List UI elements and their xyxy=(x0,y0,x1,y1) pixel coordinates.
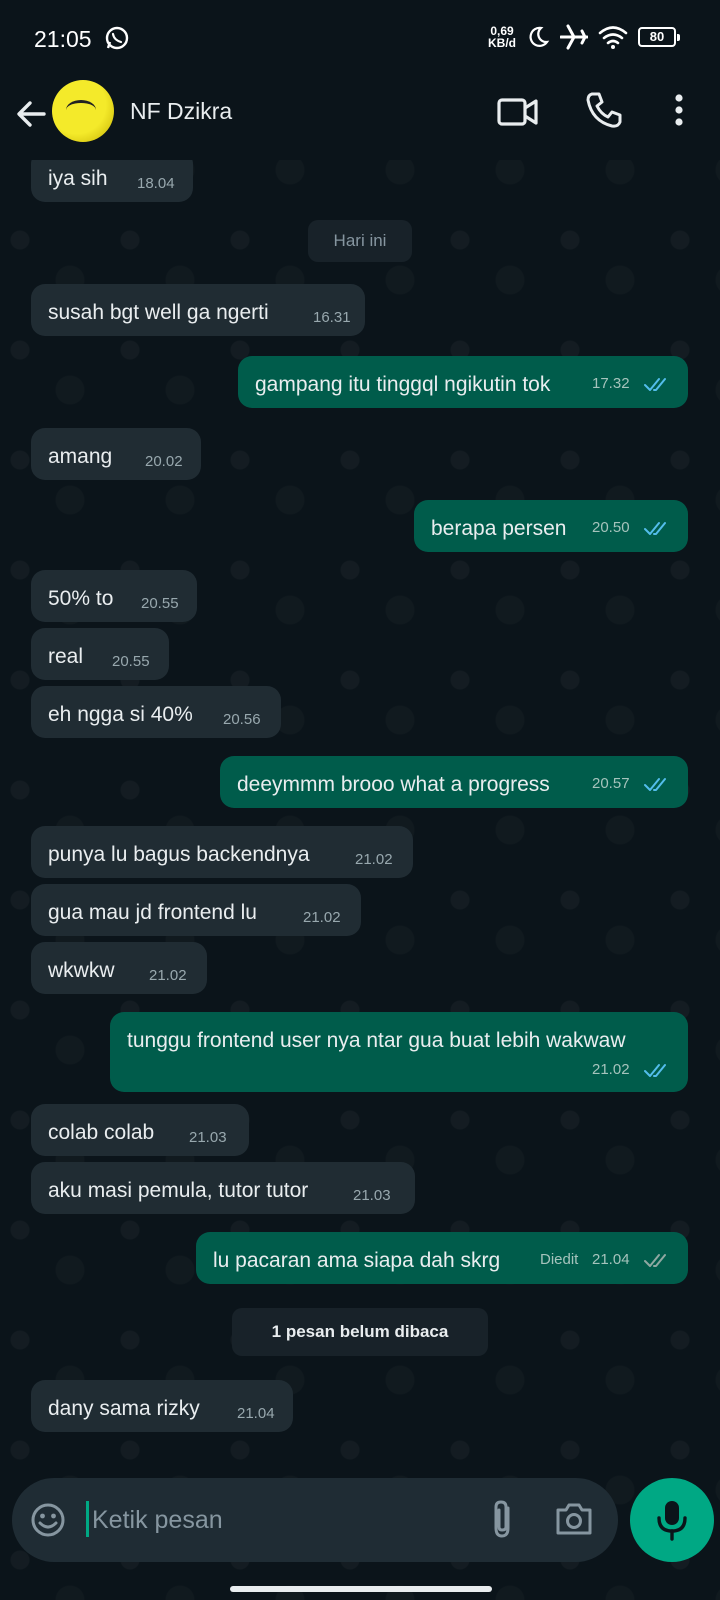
mic-button[interactable] xyxy=(630,1478,714,1562)
message-bubble-incoming[interactable]: gua mau jd frontend lu 21.02 xyxy=(31,884,361,936)
message-time: 20.56 xyxy=(223,711,261,728)
avatar[interactable] xyxy=(52,80,114,142)
read-receipt-icon xyxy=(644,778,666,791)
read-receipt-icon xyxy=(644,522,666,535)
moon-icon xyxy=(529,26,550,47)
chat-header: NF Dzikra xyxy=(0,78,720,160)
message-input[interactable] xyxy=(92,1496,452,1544)
message-time: 20.55 xyxy=(141,595,179,612)
message-text: real xyxy=(48,645,84,668)
text-cursor xyxy=(86,1501,89,1537)
message-bubble-incoming[interactable]: wkwkw 21.02 xyxy=(31,942,207,994)
message-time: 21.02 xyxy=(355,851,393,868)
message-bubble-incoming[interactable]: colab colab 21.03 xyxy=(31,1104,249,1156)
message-text: susah bgt well ga ngerti xyxy=(48,301,269,324)
message-time: 21.03 xyxy=(189,1129,227,1146)
message-list[interactable]: iya sih 18.04 Hari ini susah bgt well ga… xyxy=(0,160,720,1460)
message-bubble-incoming[interactable]: dany sama rizky 21.04 xyxy=(31,1380,293,1432)
message-bubble-incoming[interactable]: real 20.55 xyxy=(31,628,169,680)
contact-name[interactable]: NF Dzikra xyxy=(130,98,232,125)
message-text: dany sama rizky xyxy=(48,1397,200,1420)
attach-icon[interactable] xyxy=(486,1498,520,1540)
message-text: colab colab xyxy=(48,1121,155,1144)
home-indicator[interactable] xyxy=(230,1586,492,1592)
message-text: aku masi pemula, tutor tutor xyxy=(48,1179,309,1202)
message-bubble-outgoing[interactable]: berapa persen 20.50 xyxy=(414,500,688,552)
message-bubble-outgoing[interactable]: tunggu frontend user nya ntar gua buat l… xyxy=(110,1012,688,1092)
message-time: 18.04 xyxy=(137,175,175,192)
message-time: 21.02 xyxy=(303,909,341,926)
message-time: 20.57 xyxy=(592,775,630,792)
message-time: 21.03 xyxy=(353,1187,391,1204)
network-speed: 0,69 KB/d xyxy=(488,24,516,50)
edited-label: Diedit xyxy=(540,1251,579,1268)
message-text: eh ngga si 40% xyxy=(48,703,193,726)
message-text: punya lu bagus backendnya xyxy=(48,843,310,866)
message-bubble-incoming[interactable]: susah bgt well ga ngerti 16.31 xyxy=(31,284,365,336)
message-bubble-incoming[interactable]: aku masi pemula, tutor tutor 21.03 xyxy=(31,1162,415,1214)
whatsapp-icon xyxy=(105,26,129,50)
message-time: 21.02 xyxy=(149,967,187,984)
message-text: gua mau jd frontend lu xyxy=(48,901,257,924)
phone-call-icon[interactable] xyxy=(584,90,624,130)
read-receipt-icon xyxy=(644,1064,666,1077)
message-time: 21.02 xyxy=(592,1061,630,1078)
message-text: deeymmm brooo what a progress xyxy=(237,773,550,796)
back-arrow-icon[interactable] xyxy=(10,92,54,136)
message-time: 21.04 xyxy=(592,1251,630,1268)
video-call-icon[interactable] xyxy=(496,92,540,132)
more-vert-icon[interactable] xyxy=(664,90,694,130)
message-bubble-incoming[interactable]: 50% to 20.55 xyxy=(31,570,197,622)
message-time: 20.55 xyxy=(112,653,150,670)
camera-icon[interactable] xyxy=(554,1500,594,1538)
message-time: 20.02 xyxy=(145,453,183,470)
date-separator: Hari ini xyxy=(308,220,412,262)
message-time: 21.04 xyxy=(237,1405,275,1422)
battery-icon: 80 xyxy=(638,27,680,47)
wifi-icon xyxy=(598,26,628,49)
message-bubble-outgoing[interactable]: gampang itu tinggql ngikutin tok 17.32 xyxy=(238,356,688,408)
message-text: wkwkw xyxy=(48,959,115,982)
message-text: amang xyxy=(48,445,113,468)
message-bubble-incoming[interactable]: iya sih 18.04 xyxy=(31,160,193,202)
delivered-receipt-icon xyxy=(644,1254,666,1267)
message-time: 16.31 xyxy=(313,309,351,326)
message-time: 20.50 xyxy=(592,519,630,536)
message-bubble-outgoing[interactable]: deeymmm brooo what a progress 20.57 xyxy=(220,756,688,808)
emoji-icon[interactable] xyxy=(30,1502,66,1538)
message-text: iya sih xyxy=(48,167,108,190)
message-time: 17.32 xyxy=(592,375,630,392)
message-bubble-incoming[interactable]: amang 20.02 xyxy=(31,428,201,480)
read-receipt-icon xyxy=(644,378,666,391)
message-text: tunggu frontend user nya ntar gua buat l… xyxy=(127,1029,626,1052)
message-bubble-outgoing[interactable]: lu pacaran ama siapa dah skrg Diedit 21.… xyxy=(196,1232,688,1284)
status-time: 21:05 xyxy=(34,26,92,52)
message-text: 50% to xyxy=(48,587,114,610)
message-bubble-incoming[interactable]: eh ngga si 40% 20.56 xyxy=(31,686,281,738)
message-text: berapa persen xyxy=(431,517,567,540)
composer xyxy=(12,1478,618,1562)
airplane-icon xyxy=(560,24,588,50)
message-bubble-incoming[interactable]: punya lu bagus backendnya 21.02 xyxy=(31,826,413,878)
unread-separator: 1 pesan belum dibaca xyxy=(232,1308,488,1356)
mic-icon xyxy=(657,1501,687,1541)
status-bar: 21:05 0,69 KB/d 80 xyxy=(0,0,720,78)
message-text: gampang itu tinggql ngikutin tok xyxy=(255,373,551,396)
message-text: lu pacaran ama siapa dah skrg xyxy=(213,1249,501,1272)
